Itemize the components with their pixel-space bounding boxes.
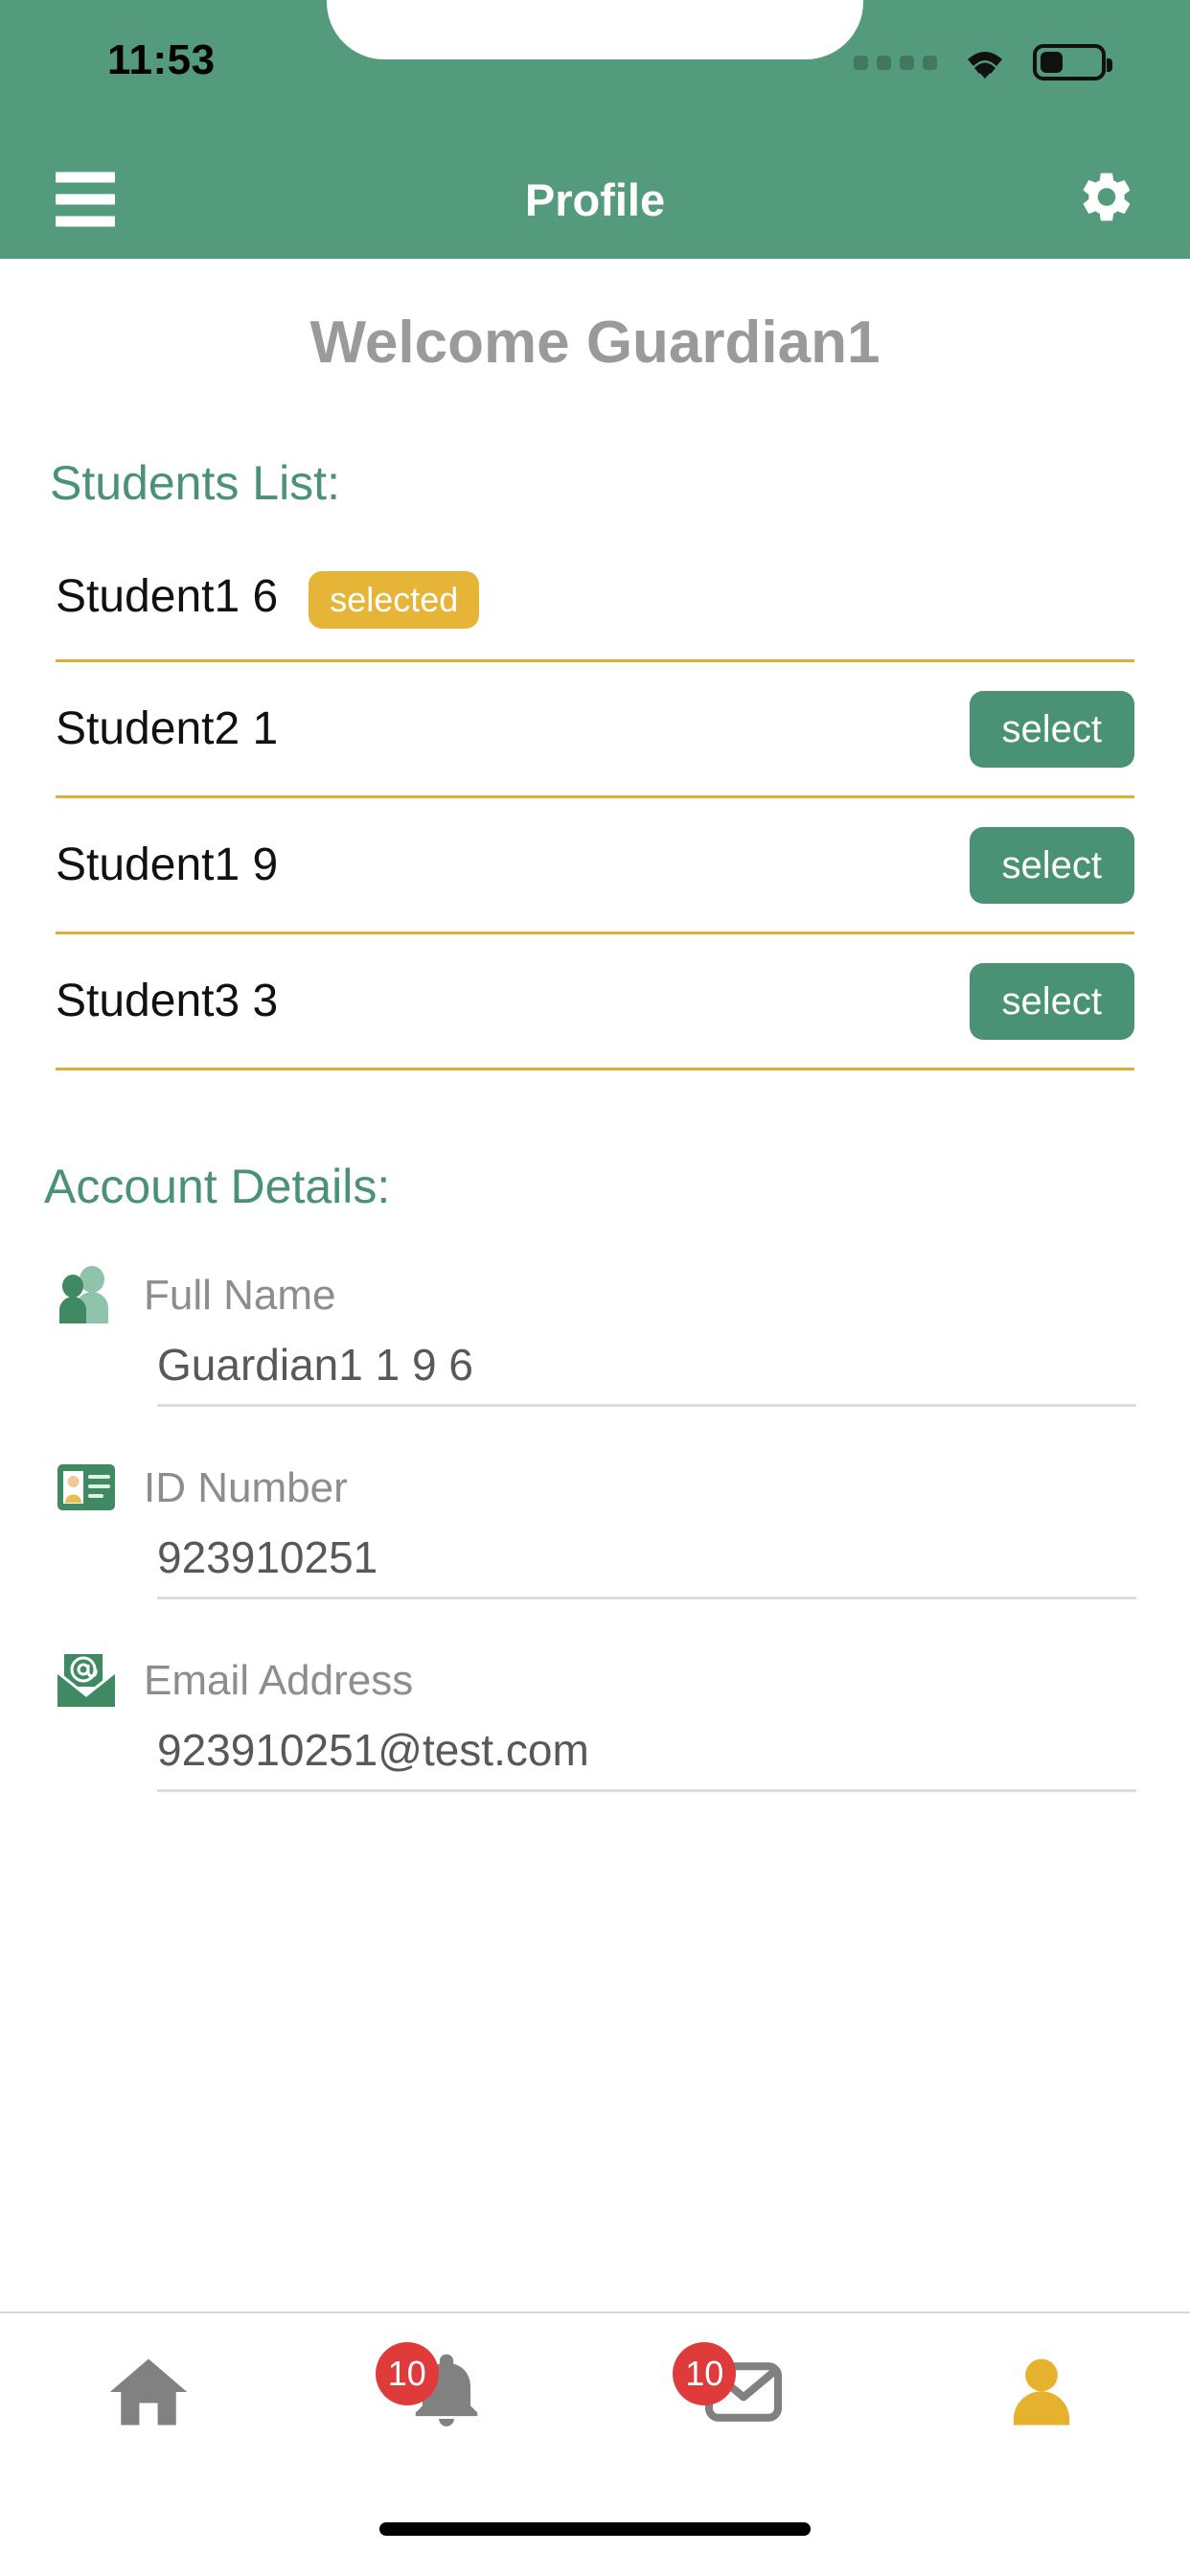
- student-name: Student1 9: [56, 840, 279, 890]
- field-value[interactable]: 923910251: [157, 1531, 1136, 1599]
- users-icon: [59, 1266, 108, 1323]
- bottom-tab-bar: 10 10: [0, 2312, 1190, 2471]
- main-content: Welcome Guardian1 Students List: Student…: [0, 259, 1190, 2312]
- tab-profile[interactable]: [893, 2313, 1190, 2471]
- hamburger-menu-icon[interactable]: [56, 172, 115, 227]
- welcome-heading: Welcome Guardian1: [309, 310, 881, 376]
- student-row[interactable]: Student1 6 selected: [56, 540, 1134, 662]
- field-id-number: ID Number 923910251: [0, 1459, 1190, 1599]
- tab-home[interactable]: [0, 2313, 298, 2471]
- status-bar-time: 11:53: [107, 36, 216, 83]
- field-header: Full Name: [54, 1266, 1136, 1325]
- field-header: Email Address: [54, 1651, 1136, 1711]
- select-button[interactable]: select: [969, 962, 1134, 1040]
- student-row[interactable]: Student3 3 select: [56, 934, 1134, 1070]
- person-icon: [1013, 2358, 1069, 2426]
- student-name-text: Student1 6: [56, 571, 279, 623]
- select-button[interactable]: select: [969, 690, 1134, 768]
- status-badge: selected: [309, 570, 480, 629]
- page-title: Profile: [524, 173, 666, 225]
- app-header: Profile: [0, 140, 1190, 259]
- student-name: Student1 6 selected: [56, 570, 480, 629]
- home-icon: [110, 2358, 188, 2426]
- student-row[interactable]: Student1 9 select: [56, 798, 1134, 934]
- field-value[interactable]: 923910251@test.com: [157, 1724, 1136, 1792]
- field-label: ID Number: [144, 1464, 348, 1511]
- field-value[interactable]: Guardian1 1 9 6: [157, 1339, 1136, 1407]
- status-bar-indicators: [854, 42, 1112, 82]
- home-indicator: [379, 2522, 811, 2536]
- phone-screen: 11:53 Profile Welcome Guardian1 Students…: [0, 0, 1190, 2576]
- wifi-icon: [968, 52, 1002, 79]
- notifications-badge: 10: [375, 2342, 439, 2405]
- messages-badge: 10: [673, 2342, 737, 2405]
- email-envelope-icon: [57, 1654, 116, 1707]
- field-label: Email Address: [144, 1657, 414, 1704]
- tab-messages[interactable]: 10: [595, 2313, 893, 2471]
- field-email-address: Email Address 923910251@test.com: [0, 1651, 1190, 1792]
- students-list: Student1 6 selected Student2 1 select Stu…: [0, 540, 1190, 1070]
- id-card-icon: [57, 1464, 115, 1510]
- student-row[interactable]: Student2 1 select: [56, 662, 1134, 798]
- select-button[interactable]: select: [969, 826, 1134, 904]
- field-full-name: Full Name Guardian1 1 9 6: [0, 1266, 1190, 1407]
- account-details-title: Account Details:: [44, 1160, 391, 1213]
- tab-notifications[interactable]: 10: [298, 2313, 596, 2471]
- students-list-title: Students List:: [50, 456, 340, 510]
- field-label: Full Name: [144, 1272, 336, 1319]
- device-notch: [327, 0, 863, 59]
- gear-icon[interactable]: [1077, 168, 1136, 232]
- student-name: Student2 1: [56, 703, 279, 754]
- signal-dots-icon: [854, 55, 937, 70]
- student-name: Student3 3: [56, 976, 279, 1026]
- battery-icon: [1033, 44, 1112, 80]
- field-header: ID Number: [54, 1459, 1136, 1518]
